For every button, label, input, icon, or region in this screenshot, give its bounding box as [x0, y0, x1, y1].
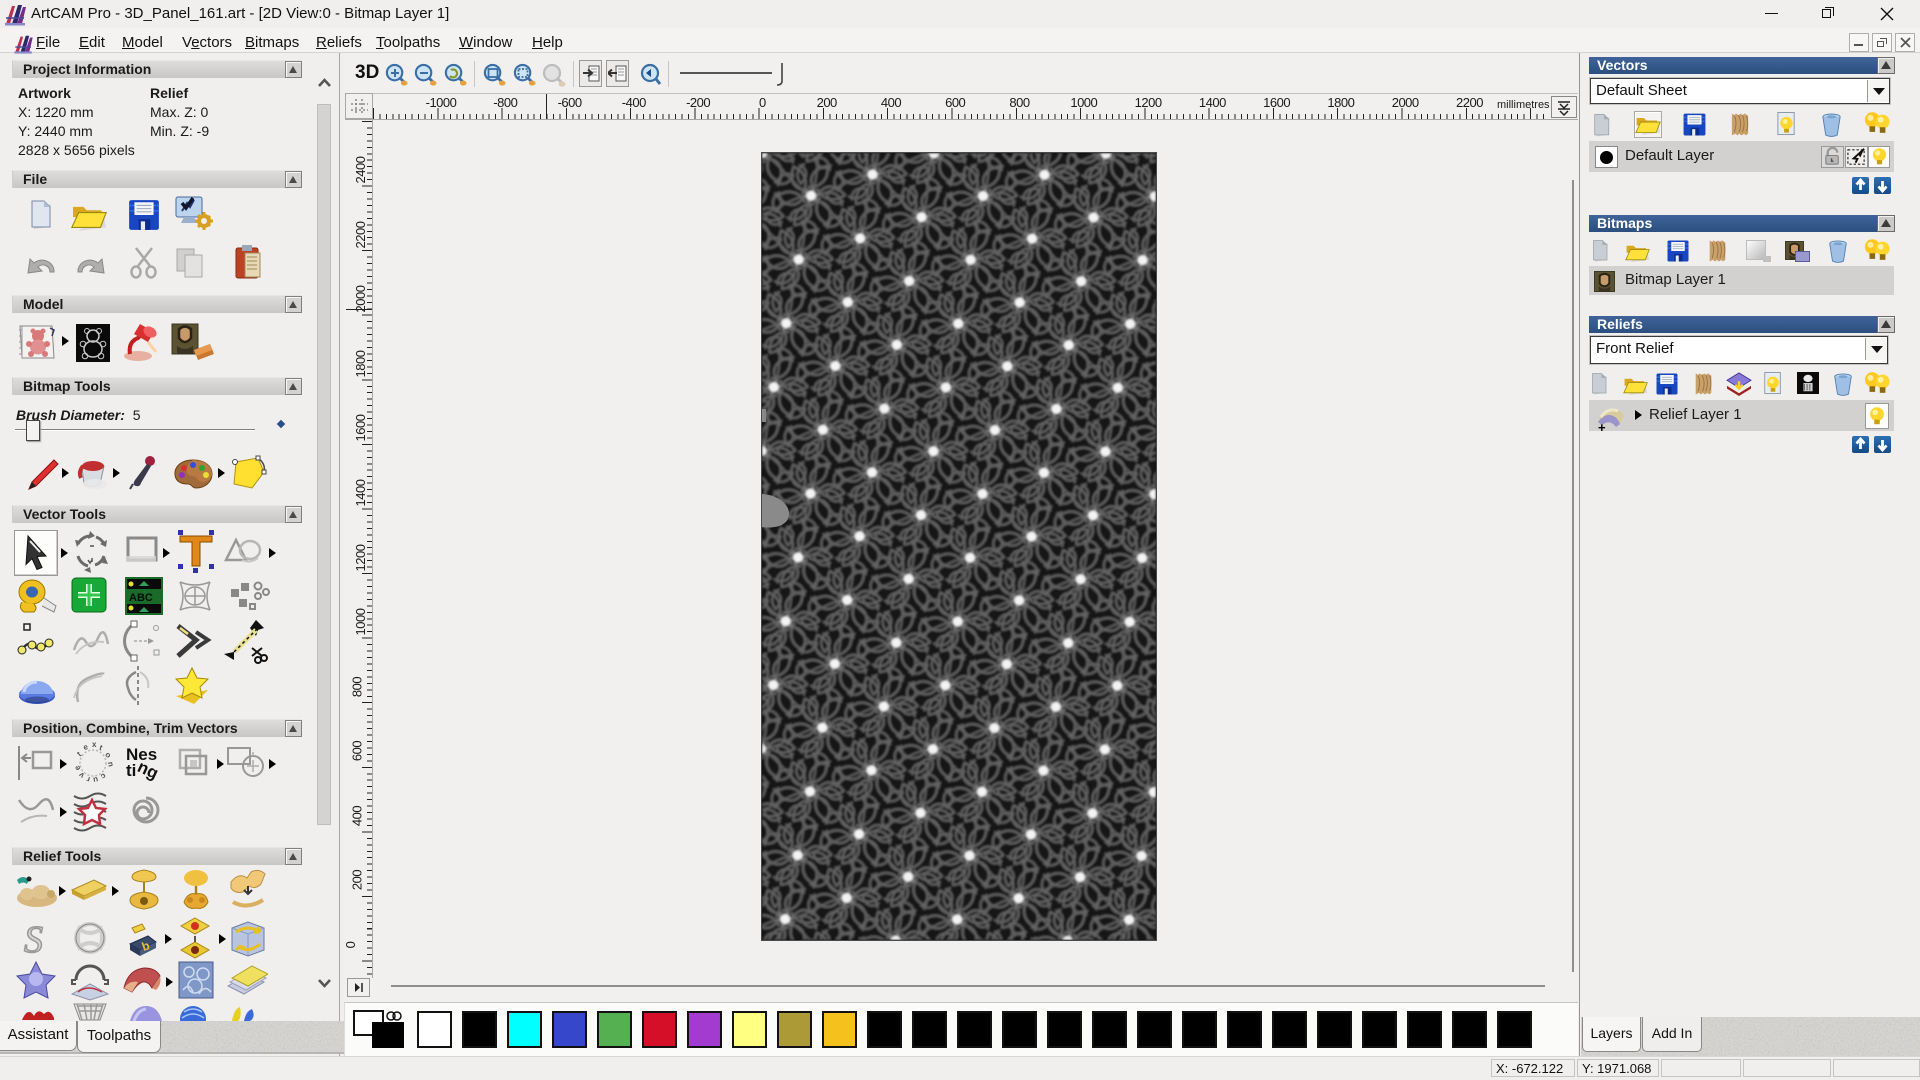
svg-text:n: n	[106, 761, 114, 767]
svg-text:u: u	[92, 775, 98, 784]
svg-text:v: v	[76, 770, 86, 780]
svg-text:c: c	[98, 771, 108, 781]
svg-text:e: e	[72, 764, 82, 772]
svg-text:x: x	[92, 742, 97, 749]
svg-text:r: r	[86, 775, 91, 784]
svg-text:t: t	[98, 743, 104, 752]
svg-text:S: S	[24, 920, 43, 958]
svg-text:t: t	[75, 750, 83, 759]
svg-text:ABC: ABC	[129, 592, 153, 604]
svg-text:ti: ti	[126, 761, 136, 780]
svg-text:e: e	[82, 742, 90, 752]
